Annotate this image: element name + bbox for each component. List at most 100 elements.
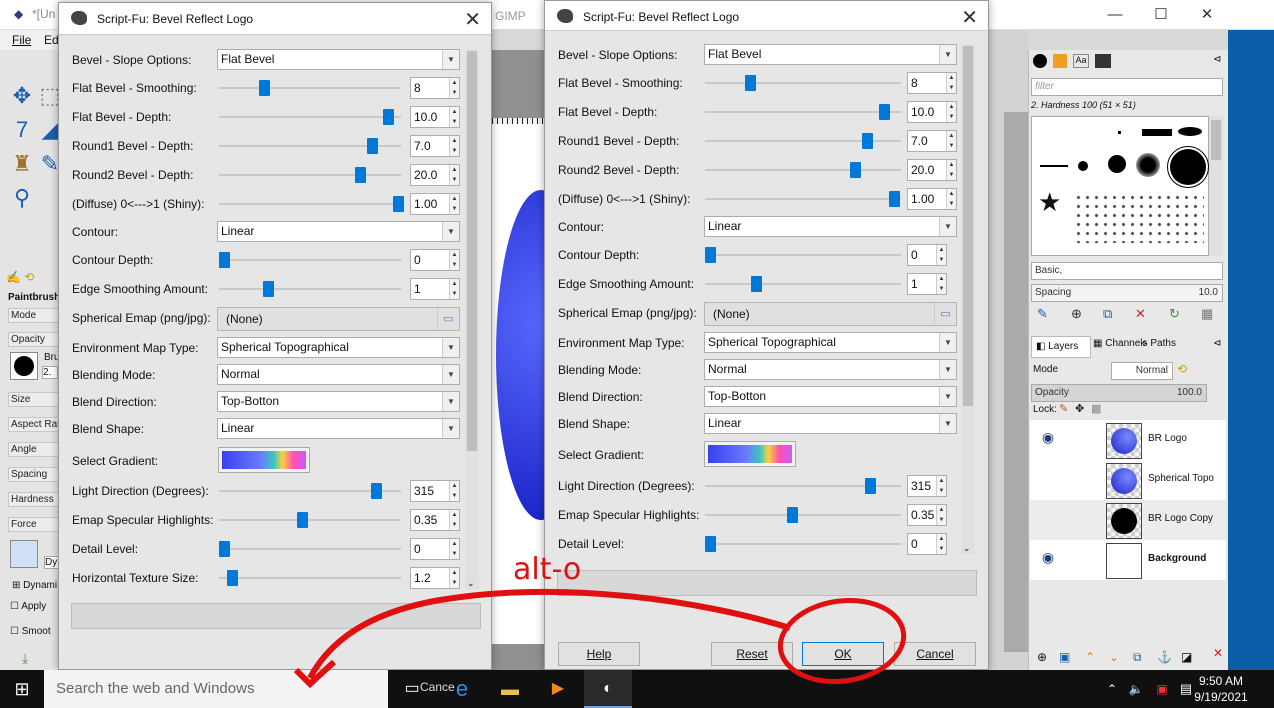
windows-start-icon[interactable]: ⊞ <box>0 670 44 708</box>
anchor-layer-icon[interactable]: ⚓ <box>1157 650 1172 664</box>
file-explorer-icon[interactable]: ▬ <box>486 670 534 708</box>
brush-set-select[interactable]: Basic, <box>1031 262 1223 280</box>
smooth-stroke-checkbox[interactable]: ☐ Smoot <box>10 626 51 637</box>
contour-select[interactable]: Linear ▼ <box>217 221 460 242</box>
edge-smoothing-spin[interactable]: 1 ▲ ▼ <box>410 278 460 300</box>
layer-opacity-slider[interactable]: Opacity 100.0 <box>1031 384 1207 402</box>
emap-specular-spin[interactable]: 0.35 ▲ ▼ <box>907 504 947 526</box>
emap-specular-slider[interactable] <box>219 512 401 528</box>
env-map-type-select[interactable]: Spherical Topographical ▼ <box>704 332 957 353</box>
brushes-tab-icon[interactable] <box>1033 54 1047 68</box>
volume-icon[interactable]: 🔈 <box>1124 670 1148 708</box>
flat-depth-slider[interactable] <box>705 104 901 120</box>
reset-button[interactable]: Reset <box>711 642 793 666</box>
flat-depth-spin[interactable]: 10.0 ▲ ▼ <box>410 106 460 128</box>
flat-smoothing-spin[interactable]: 8 ▲ ▼ <box>410 77 460 99</box>
duplicate-brush-icon[interactable]: ⧉ <box>1103 306 1112 322</box>
edge-smoothing-slider[interactable] <box>219 281 401 297</box>
spacing-field[interactable]: Spacing <box>8 467 60 482</box>
tab-layers[interactable]: ◧ Layers <box>1031 336 1091 358</box>
edge-smoothing-slider[interactable] <box>705 276 901 292</box>
bevel-slope-select[interactable]: Flat Bevel ▼ <box>217 49 460 70</box>
blend-direction-select[interactable]: Top-Botton ▼ <box>704 386 957 407</box>
brush-grid[interactable]: ★ <box>1031 116 1209 256</box>
contour-select[interactable]: Linear ▼ <box>704 216 957 237</box>
apply-jitter-checkbox[interactable]: ☐ Apply <box>10 601 46 612</box>
diffuse-shiny-spin[interactable]: 1.00 ▲ ▼ <box>410 193 460 215</box>
flat-smoothing-slider[interactable] <box>705 75 901 91</box>
raise-layer-icon[interactable]: ⌃ <box>1085 650 1095 664</box>
edge-smoothing-spin[interactable]: 1 ▲ ▼ <box>907 273 947 295</box>
diffuse-shiny-slider[interactable] <box>705 191 901 207</box>
close-icon[interactable]: ✕ <box>1184 0 1230 30</box>
gradient-button[interactable] <box>704 441 796 467</box>
media-player-icon[interactable]: ▶ <box>534 670 582 708</box>
clone-tool-icon[interactable]: ♜ <box>8 150 36 178</box>
flat-depth-slider[interactable] <box>219 109 401 125</box>
layer-mode-reset-icon[interactable]: ⟲ <box>1177 362 1187 376</box>
text-tool-icon[interactable]: 7 <box>8 116 36 144</box>
gradient-button[interactable] <box>218 447 310 473</box>
round1-depth-slider[interactable] <box>219 138 401 154</box>
zoom-tool-icon[interactable]: ⚲ <box>8 184 36 212</box>
detail-level-slider[interactable] <box>705 536 901 552</box>
mode-field[interactable]: Mode <box>8 308 60 323</box>
network-icon[interactable]: ▣ <box>1150 670 1174 708</box>
contour-depth-slider[interactable] <box>705 247 901 263</box>
layer-row[interactable]: Spherical Topo <box>1030 460 1226 500</box>
round2-depth-slider[interactable] <box>219 167 401 183</box>
contour-depth-slider[interactable] <box>219 252 401 268</box>
light-direction-slider[interactable] <box>219 483 401 499</box>
clock[interactable]: 9:50 AM 9/19/2021 <box>1176 673 1266 705</box>
duplicate-layer-icon[interactable]: ⧉ <box>1133 650 1142 665</box>
round1-depth-slider[interactable] <box>705 133 901 149</box>
layer-mode-select[interactable]: Normal <box>1111 362 1173 380</box>
help-button[interactable]: Help <box>558 642 640 666</box>
lower-layer-icon[interactable]: ⌄ <box>1109 650 1119 664</box>
close-icon[interactable]: ✕ <box>961 5 978 30</box>
blending-mode-select[interactable]: Normal ▼ <box>704 359 957 380</box>
layer-row[interactable]: ◉ BR Logo <box>1030 420 1226 460</box>
emap-specular-slider[interactable] <box>705 507 901 523</box>
emap-specular-spin[interactable]: 0.35 ▲ ▼ <box>410 509 460 531</box>
ok-button[interactable]: OK <box>802 642 884 666</box>
gradients-tab-icon[interactable] <box>1095 54 1111 68</box>
maximize-icon[interactable]: ☐ <box>1138 0 1184 30</box>
minimize-icon[interactable]: — <box>1092 0 1138 30</box>
layers-menu-icon[interactable]: ⊲ <box>1213 338 1221 349</box>
tab-channels[interactable]: ▦ Channels <box>1093 338 1148 349</box>
flat-smoothing-spin[interactable]: 8 ▲ ▼ <box>907 72 957 94</box>
edit-brush-icon[interactable]: ✎ <box>1037 306 1048 322</box>
light-direction-slider[interactable] <box>705 478 901 494</box>
dialog-scrollbar[interactable]: ⌄ <box>961 44 975 554</box>
dynamics-options[interactable]: ⊞ Dynami <box>12 580 57 591</box>
contour-depth-spin[interactable]: 0 ▲ ▼ <box>907 244 947 266</box>
h-texture-size-slider[interactable] <box>219 570 401 586</box>
menu-file[interactable]: File <box>12 33 31 47</box>
lock-position-icon[interactable]: ✥ <box>1075 402 1084 415</box>
tray-chevron-icon[interactable]: ⌃ <box>1100 670 1124 708</box>
angle-field[interactable]: Angle <box>8 442 60 457</box>
env-map-type-select[interactable]: Spherical Topographical ▼ <box>217 337 460 358</box>
round1-depth-spin[interactable]: 7.0 ▲ ▼ <box>907 130 957 152</box>
layer-row[interactable]: ◉ Background <box>1030 540 1226 580</box>
cancel-button[interactable]: Cancel <box>894 642 976 666</box>
dialog-scrollbar[interactable]: ⌄ <box>465 49 479 589</box>
new-layer-icon[interactable]: ⊕ <box>1037 650 1047 664</box>
size-field[interactable]: Size <box>8 392 60 407</box>
round2-depth-spin[interactable]: 20.0 ▲ ▼ <box>410 164 460 186</box>
layer-row[interactable]: BR Logo Copy <box>1030 500 1226 540</box>
menu-edit[interactable]: Ed <box>44 33 59 47</box>
edge-browser-icon[interactable]: e <box>438 670 486 708</box>
visibility-eye-icon[interactable]: ◉ <box>1038 430 1058 444</box>
blend-shape-select[interactable]: Linear ▼ <box>217 418 460 439</box>
spherical-emap-chooser[interactable]: (None) ▭ <box>217 307 460 331</box>
detail-level-slider[interactable] <box>219 541 401 557</box>
force-field[interactable]: Force <box>8 517 60 532</box>
new-brush-icon[interactable]: ⊕ <box>1071 306 1082 322</box>
gimp-taskbar-icon[interactable]: ◐ <box>584 670 632 708</box>
diffuse-shiny-spin[interactable]: 1.00 ▲ ▼ <box>907 188 957 210</box>
flat-depth-spin[interactable]: 10.0 ▲ ▼ <box>907 101 957 123</box>
lock-pixels-icon[interactable]: ✎ <box>1059 402 1068 415</box>
dynamics-icon[interactable] <box>10 540 38 568</box>
